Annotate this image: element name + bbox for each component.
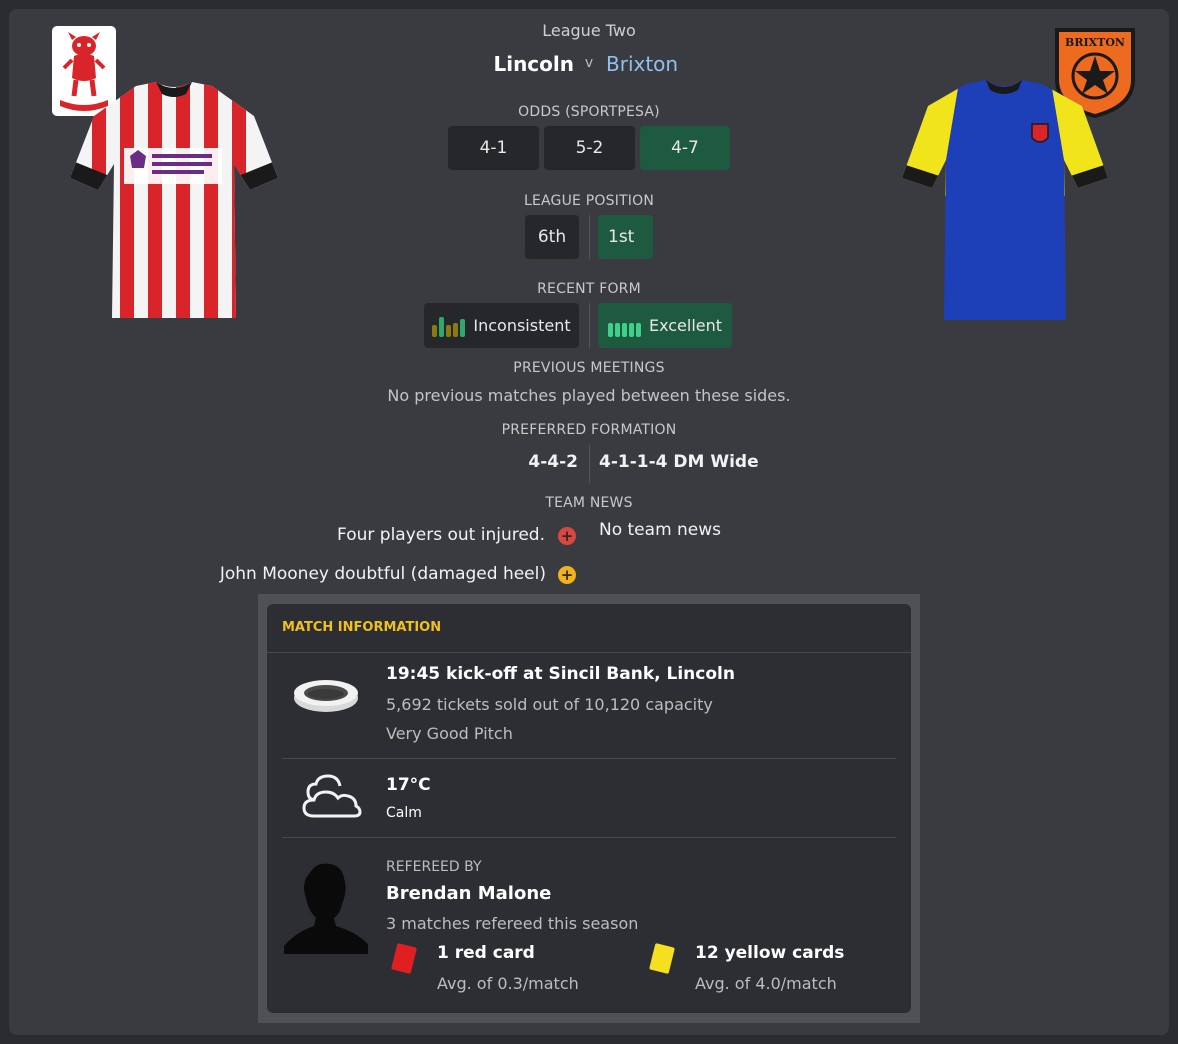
match-info-header-divider	[267, 652, 911, 653]
home-team-news-injuries[interactable]: Four players out injured.	[220, 525, 545, 545]
refereed-by-label: REFEREED BY	[386, 859, 482, 875]
preferred-formation-label: PREFERRED FORMATION	[501, 422, 677, 438]
yellow-card-count: 12 yellow cards	[695, 943, 845, 963]
home-league-position[interactable]: 6th	[525, 215, 579, 259]
away-formation[interactable]: 4-1-1-4 DM Wide	[599, 452, 819, 472]
pitch-condition: Very Good Pitch	[386, 724, 513, 743]
previous-meetings-text: No previous matches played between these…	[387, 386, 791, 405]
team-news-label: TEAM NEWS	[545, 495, 633, 511]
recent-form-label: RECENT FORM	[537, 281, 641, 297]
weather-divider	[282, 837, 896, 838]
injury-plus-icon[interactable]: +	[558, 527, 576, 545]
referee-silhouette-avatar[interactable]	[284, 862, 368, 954]
away-recent-form[interactable]: Excellent	[598, 303, 732, 348]
home-team-name[interactable]: Lincoln	[440, 52, 574, 76]
previous-meetings-label: PREVIOUS MEETINGS	[513, 360, 665, 376]
red-card-count: 1 red card	[437, 943, 535, 963]
competition-name[interactable]: League Two	[0, 21, 1178, 40]
home-team-news-doubtful[interactable]: John Mooney doubtful (damaged heel)	[170, 564, 546, 584]
away-league-position[interactable]: 1st	[598, 215, 653, 259]
red-card-average: Avg. of 0.3/match	[437, 974, 579, 993]
league-position-label: LEAGUE POSITION	[523, 193, 655, 209]
cloudy-weather-icon	[302, 774, 362, 818]
odds-draw[interactable]: 5-2	[544, 126, 635, 170]
odds-label: ODDS (SPORTPESA)	[518, 104, 660, 120]
ticket-sales: 5,692 tickets sold out of 10,120 capacit…	[386, 695, 713, 714]
odds-away[interactable]: 4-7	[640, 126, 730, 170]
form-divider	[589, 303, 590, 348]
kickoff-venue[interactable]: 19:45 kick-off at Sincil Bank, Lincoln	[386, 664, 735, 684]
away-form-bars-icon	[607, 315, 641, 337]
home-recent-form[interactable]: Inconsistent	[424, 303, 579, 348]
referee-name[interactable]: Brendan Malone	[386, 883, 551, 904]
doubtful-plus-icon[interactable]: +	[558, 566, 576, 584]
temperature: 17°C	[386, 775, 431, 795]
odds-home[interactable]: 4-1	[448, 126, 539, 170]
yellow-card-average: Avg. of 4.0/match	[695, 974, 837, 993]
position-divider	[589, 215, 590, 259]
formation-divider	[589, 445, 590, 483]
home-form-text: Inconsistent	[473, 316, 571, 335]
away-team-news: No team news	[599, 520, 722, 540]
away-form-text: Excellent	[648, 316, 723, 335]
venue-divider	[282, 758, 896, 759]
versus-label: v	[584, 55, 594, 71]
referee-matches: 3 matches refereed this season	[386, 914, 639, 933]
wind-condition: Calm	[386, 805, 422, 821]
home-formation[interactable]: 4-4-2	[440, 452, 578, 472]
away-team-name[interactable]: Brixton	[606, 52, 746, 76]
match-information-title: MATCH INFORMATION	[282, 620, 442, 635]
stadium-icon	[294, 680, 358, 712]
home-form-bars-icon	[432, 315, 466, 337]
